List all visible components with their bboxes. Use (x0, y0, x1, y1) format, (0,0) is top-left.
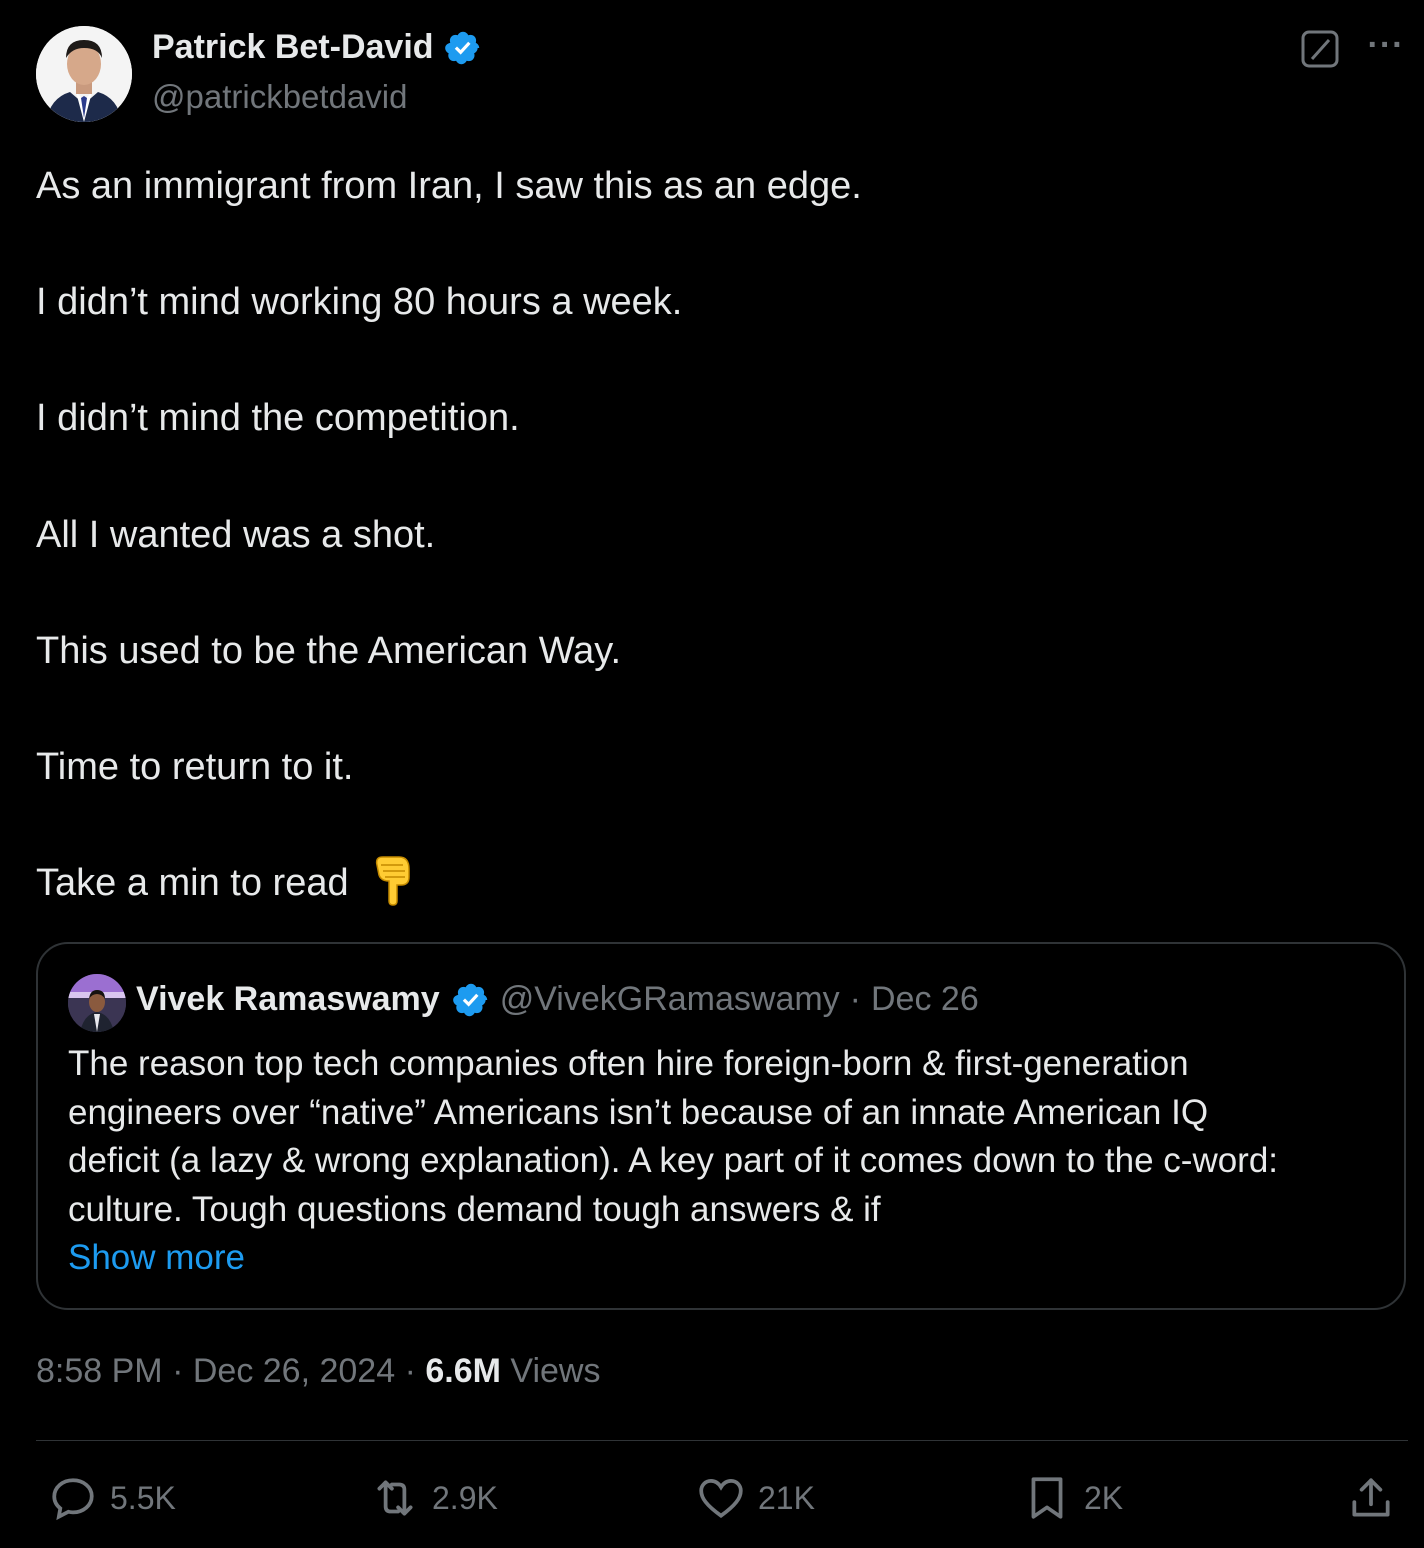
divider (36, 1440, 1408, 1441)
reply-count: 5.5K (110, 1479, 176, 1516)
author-handle[interactable]: @patrickbetdavid (152, 78, 407, 116)
quoted-author-avatar[interactable] (68, 974, 126, 1032)
bookmark-icon (1031, 1477, 1063, 1519)
share-button[interactable] (1346, 1472, 1396, 1524)
pointing-down-emoji (376, 856, 410, 906)
verified-badge-icon (444, 31, 479, 64)
tweet-time[interactable]: 8:58 PM (36, 1352, 163, 1390)
tweet-line: I didn’t mind working 80 hours a week. (36, 281, 683, 324)
quoted-text-line: engineers over “native” Americans isn’t … (68, 1092, 1209, 1132)
like-icon (699, 1479, 743, 1519)
tweet-meta: 8:58 PM · Dec 26, 2024 · 6.6M Views (36, 1352, 601, 1391)
like-count: 21K (758, 1479, 815, 1516)
more-icon[interactable]: ··· (1364, 28, 1408, 66)
reply-icon (52, 1478, 94, 1521)
author-name[interactable]: Patrick Bet-David (152, 28, 482, 67)
tweet-line: Time to return to it. (36, 745, 354, 788)
repost-icon (377, 1480, 413, 1516)
grok-icon[interactable] (1300, 29, 1340, 69)
tweet-line: I didn’t mind the competition. (36, 397, 520, 440)
quoted-text-line: culture. Tough questions demand tough an… (68, 1189, 881, 1229)
repost-button[interactable]: 2.9K (370, 1472, 498, 1524)
tweet-line-text: Take a min to read (36, 862, 349, 905)
bookmark-button[interactable]: 2K (1022, 1472, 1123, 1524)
quoted-text-line: The reason top tech companies often hire… (68, 1044, 1189, 1083)
tweet-line: All I wanted was a shot. (36, 513, 436, 556)
tweet-line: This used to be the American Way. (36, 629, 622, 672)
like-button[interactable]: 21K (696, 1472, 815, 1524)
tweet-line-last: Take a min to read (36, 856, 1376, 907)
quoted-tweet-card[interactable]: Vivek Ramaswamy @VivekGRamaswamy · Dec 2… (36, 942, 1406, 1310)
quoted-text-line: deficit (a lazy & wrong explanation). A … (68, 1141, 1279, 1180)
quoted-tweet-header: Vivek Ramaswamy @VivekGRamaswamy · Dec 2… (136, 980, 979, 1019)
bookmark-count: 2K (1084, 1479, 1124, 1516)
views-label[interactable]: Views (510, 1352, 600, 1390)
views-count[interactable]: 6.6M (425, 1352, 501, 1390)
reply-button[interactable]: 5.5K (48, 1472, 176, 1524)
tweet-text: As an immigrant from Iran, I saw this as… (36, 162, 1376, 975)
tweet-line: As an immigrant from Iran, I saw this as… (36, 165, 862, 207)
author-name-text[interactable]: Patrick Bet-David (152, 28, 434, 67)
tweet-date[interactable]: Dec 26, 2024 (193, 1352, 395, 1390)
separator-dot: · (404, 1352, 416, 1390)
quoted-author-handle[interactable]: @VivekGRamaswamy (500, 980, 840, 1019)
quoted-tweet-date[interactable]: Dec 26 (871, 980, 979, 1019)
separator-dot: · (172, 1352, 184, 1390)
quoted-author-name[interactable]: Vivek Ramaswamy (136, 980, 440, 1019)
share-icon (1352, 1478, 1390, 1517)
repost-count: 2.9K (432, 1479, 498, 1516)
separator-dot: · (849, 980, 861, 1018)
author-avatar[interactable] (36, 26, 132, 122)
show-more-link[interactable]: Show more (68, 1234, 245, 1282)
quoted-tweet-text: The reason top tech companies often hire… (68, 1040, 1388, 1234)
verified-badge-icon (452, 983, 487, 1016)
